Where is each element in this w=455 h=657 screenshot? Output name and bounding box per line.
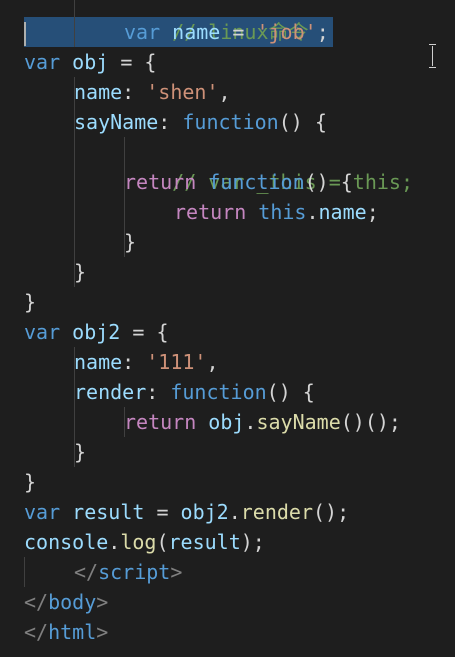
- keyword-token: var: [24, 50, 61, 74]
- code-editor[interactable]: // linux命令 var name = 'job'; var obj = {…: [0, 0, 455, 657]
- identifier-token: name: [172, 20, 221, 44]
- punctuation-token: .: [108, 530, 121, 554]
- closing-brace: }: [24, 290, 37, 314]
- keyword-token: var: [124, 20, 161, 44]
- ibeam-cursor-icon: [428, 44, 438, 68]
- tag-bracket: </: [74, 560, 99, 584]
- property-key: sayName: [74, 110, 159, 134]
- punctuation-token: .: [244, 410, 257, 434]
- punctuation-token: ();: [313, 500, 350, 524]
- string-token: '111': [146, 350, 207, 374]
- indent-guide: [74, 0, 75, 47]
- method-token: log: [120, 530, 157, 554]
- property-key: render: [74, 380, 147, 404]
- punctuation-token: :: [122, 80, 147, 104]
- code-line: }: [24, 287, 36, 317]
- code-line: name: '111',: [74, 347, 219, 377]
- code-line: </script>: [74, 557, 182, 587]
- punctuation-token: :: [146, 380, 171, 404]
- html-tag: script: [98, 560, 171, 584]
- code-line: }: [24, 467, 36, 497]
- closing-brace: }: [124, 230, 137, 254]
- tag-bracket: </: [24, 620, 49, 644]
- punctuation-token: );: [240, 530, 265, 554]
- punctuation-token: ()();: [340, 410, 401, 434]
- html-tag: html: [48, 620, 97, 644]
- code-line: // var _this = this;: [124, 137, 413, 194]
- punctuation-token: () {: [278, 110, 327, 134]
- code-line: var result = obj2.render();: [24, 497, 349, 527]
- punctuation-token: :: [158, 110, 183, 134]
- code-line: </html>: [24, 617, 108, 647]
- tag-bracket: >: [96, 620, 109, 644]
- code-line: name: 'shen',: [74, 77, 231, 107]
- identifier-token: console: [24, 530, 109, 554]
- property-key: name: [74, 350, 123, 374]
- code-line: console.log(result);: [24, 527, 265, 557]
- text-caret: [24, 22, 26, 46]
- string-token: 'shen': [146, 80, 219, 104]
- keyword-token: function: [208, 170, 305, 194]
- html-tag: body: [48, 590, 97, 614]
- method-token: sayName: [256, 410, 341, 434]
- punctuation-token: (: [156, 530, 169, 554]
- code-line: render: function() {: [74, 377, 315, 407]
- tag-bracket: >: [96, 590, 109, 614]
- identifier-token: obj2: [180, 500, 229, 524]
- identifier-token: obj2: [72, 320, 121, 344]
- code-line: var name = 'job';: [124, 17, 329, 47]
- code-line: return obj.sayName()();: [124, 407, 401, 437]
- keyword-token: return: [124, 170, 197, 194]
- tag-bracket: </: [24, 590, 49, 614]
- punctuation-token: .: [306, 200, 319, 224]
- identifier-token: result: [168, 530, 241, 554]
- tag-bracket: >: [170, 560, 183, 584]
- punctuation-token: ;: [316, 20, 329, 44]
- indent-guide: [24, 557, 25, 587]
- identifier-token: obj: [208, 410, 245, 434]
- punctuation-token: :: [122, 350, 147, 374]
- code-line: </body>: [24, 587, 108, 617]
- code-line: }: [124, 227, 136, 257]
- code-line: return this.name;: [174, 197, 379, 227]
- property-key: name: [74, 80, 123, 104]
- code-line: sayName: function() {: [74, 107, 327, 137]
- punctuation-token: ,: [206, 350, 219, 374]
- code-line: var obj = {: [24, 47, 156, 77]
- punctuation-token: ,: [218, 80, 231, 104]
- identifier-token: obj: [72, 50, 109, 74]
- operator-token: =: [220, 20, 257, 44]
- code-line: var obj2 = {: [24, 317, 169, 347]
- keyword-token: this: [258, 200, 307, 224]
- method-token: render: [240, 500, 314, 524]
- closing-brace: }: [74, 260, 87, 284]
- keyword-token: var: [24, 320, 61, 344]
- closing-brace: }: [74, 440, 87, 464]
- keyword-token: return: [124, 410, 197, 434]
- punctuation-token: = {: [108, 50, 157, 74]
- punctuation-token: () {: [304, 170, 353, 194]
- punctuation-token: .: [228, 500, 241, 524]
- code-line: // linux命令: [124, 0, 308, 44]
- identifier-token: result: [72, 500, 145, 524]
- string-token: 'job': [256, 20, 317, 44]
- punctuation-token: = {: [120, 320, 169, 344]
- keyword-token: function: [170, 380, 267, 404]
- code-line: }: [74, 257, 86, 287]
- keyword-token: function: [182, 110, 279, 134]
- closing-brace: }: [24, 470, 37, 494]
- identifier-token: name: [318, 200, 367, 224]
- punctuation-token: () {: [266, 380, 315, 404]
- keyword-token: var: [24, 500, 61, 524]
- code-line: return function() {: [124, 167, 353, 197]
- code-line: }: [74, 437, 86, 467]
- keyword-token: return: [174, 200, 247, 224]
- punctuation-token: ;: [366, 200, 379, 224]
- operator-token: =: [144, 500, 181, 524]
